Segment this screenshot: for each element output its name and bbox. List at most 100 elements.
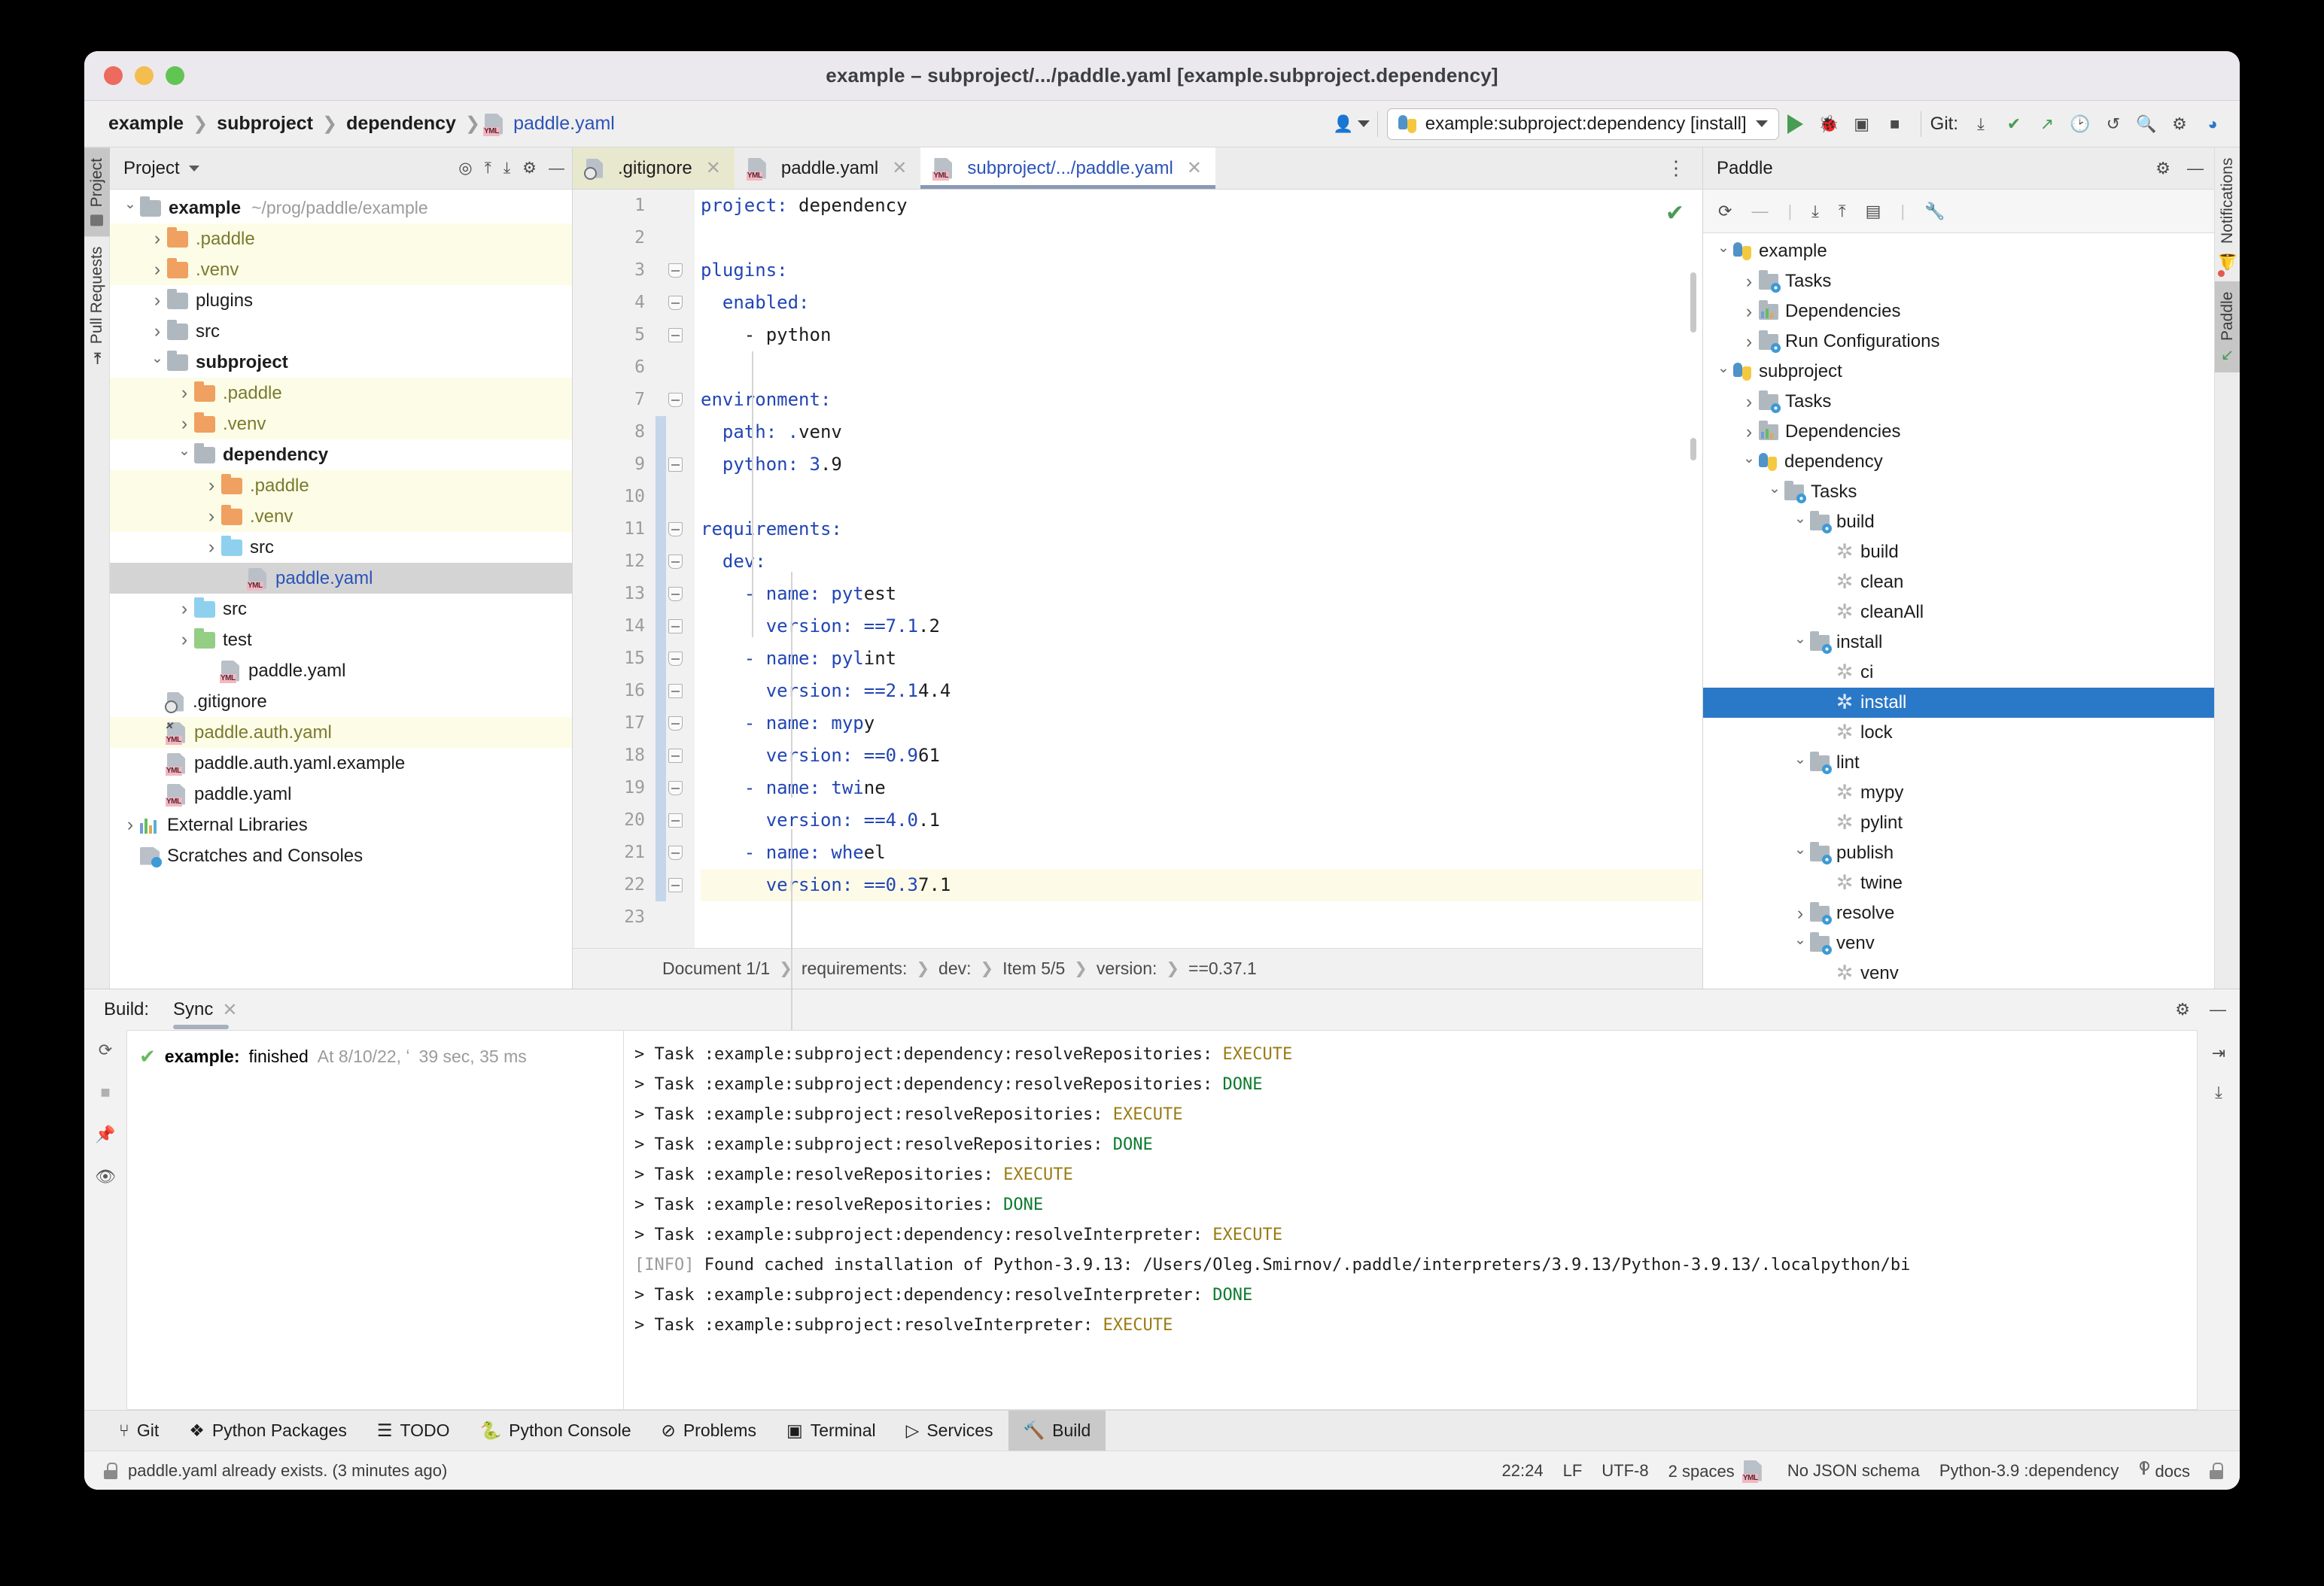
- code-line[interactable]: plugins:: [701, 254, 1702, 287]
- code-line[interactable]: - name: wheel: [701, 837, 1702, 869]
- fold-marker-slot[interactable]: [656, 384, 695, 416]
- chevron-right-icon[interactable]: [202, 506, 221, 527]
- tool-window-button-problems[interactable]: ⊘Problems: [646, 1411, 771, 1451]
- project-tree-row[interactable]: example~/prog/paddle/example: [110, 193, 572, 223]
- bottom-tool-window-bar[interactable]: ⑂Git❖Python Packages☰TODO🐍Python Console…: [84, 1410, 2240, 1451]
- tool-window-button-todo[interactable]: ☰TODO: [362, 1411, 465, 1451]
- project-tree-row[interactable]: paddle.yaml: [110, 655, 572, 686]
- build-tree-row[interactable]: ✔example:finishedAt 8/10/22, ʻ39 sec, 35…: [127, 1041, 623, 1071]
- git-update-project-icon[interactable]: ⤓: [1967, 110, 1995, 138]
- tool-window-button-services[interactable]: ▷Services: [891, 1411, 1008, 1451]
- chevron-down-icon[interactable]: [1739, 454, 1759, 471]
- paddle-tree-row[interactable]: pylint: [1703, 808, 2214, 838]
- chevron-right-icon[interactable]: [120, 814, 140, 836]
- chevron-right-icon[interactable]: [148, 290, 167, 311]
- show-warnings-icon[interactable]: 👁: [95, 1167, 116, 1186]
- run-configuration-selector[interactable]: example:subproject:dependency [install]: [1387, 108, 1779, 140]
- project-tree-row[interactable]: External Libraries: [110, 810, 572, 840]
- fold-collapse-icon[interactable]: [668, 522, 683, 536]
- caret-position[interactable]: 22:24: [1502, 1461, 1544, 1481]
- fold-marker-slot[interactable]: [656, 351, 695, 384]
- breadcrumb-item-file[interactable]: paddle.yaml: [509, 113, 619, 135]
- code-line[interactable]: - name: pytest: [701, 578, 1702, 610]
- fold-end-icon[interactable]: [668, 328, 683, 342]
- json-schema-status[interactable]: No JSON schema: [1787, 1461, 1920, 1481]
- hide-panel-icon[interactable]: —: [2210, 1000, 2226, 1019]
- code-line[interactable]: - python: [701, 319, 1702, 351]
- breadcrumb-item-dependency[interactable]: dependency: [342, 113, 461, 135]
- build-result-tree[interactable]: ✔example:finishedAt 8/10/22, ʻ39 sec, 35…: [126, 1030, 623, 1410]
- chevron-right-icon[interactable]: [202, 536, 221, 558]
- project-tree-row[interactable]: src: [110, 532, 572, 563]
- remove-icon[interactable]: —: [1751, 202, 1768, 221]
- soft-wrap-icon[interactable]: ⇥: [2212, 1044, 2225, 1063]
- editor-tab[interactable]: subproject/.../paddle.yaml✕: [920, 147, 1215, 189]
- code-line[interactable]: project: dependency: [701, 190, 1702, 222]
- chevron-right-icon[interactable]: [148, 259, 167, 281]
- close-icon[interactable]: ✕: [222, 999, 237, 1021]
- sidebar-tab-project[interactable]: Project: [84, 147, 110, 236]
- fold-marker-slot[interactable]: [656, 254, 695, 287]
- project-tree-row[interactable]: paddle.yaml: [110, 779, 572, 810]
- tool-window-button-git[interactable]: ⑂Git: [104, 1411, 174, 1451]
- editor-scrollbar[interactable]: [1690, 272, 1696, 333]
- fold-end-icon[interactable]: [668, 813, 683, 828]
- editor-tab-bar[interactable]: .gitignore✕paddle.yaml✕subproject/.../pa…: [573, 147, 1702, 190]
- tool-window-button-build[interactable]: 🔨Build: [1008, 1411, 1106, 1451]
- project-tree-row[interactable]: .paddle: [110, 378, 572, 409]
- code-line[interactable]: version: ==7.1.2: [701, 610, 1702, 643]
- code-line[interactable]: python: 3.9: [701, 448, 1702, 481]
- close-icon[interactable]: ✕: [1187, 157, 1202, 179]
- project-tree-row[interactable]: .venv: [110, 501, 572, 532]
- line-separator[interactable]: LF: [1563, 1461, 1583, 1481]
- editor-breadcrumb-item[interactable]: Document 1/1: [659, 959, 773, 979]
- chevron-down-icon[interactable]: [175, 446, 194, 463]
- chevron-right-icon[interactable]: [202, 475, 221, 497]
- code-line[interactable]: [701, 351, 1702, 384]
- code-line[interactable]: - name: twine: [701, 772, 1702, 804]
- indent-setting[interactable]: 2 spaces: [1668, 1460, 1768, 1481]
- fold-collapse-icon[interactable]: [668, 781, 683, 795]
- build-tab-sync[interactable]: Sync ✕: [173, 999, 242, 1021]
- run-with-coverage-button[interactable]: ▣: [1848, 110, 1876, 138]
- chevron-down-icon[interactable]: [120, 199, 140, 217]
- expand-all-icon[interactable]: ⤓: [1811, 202, 1819, 221]
- expand-all-icon[interactable]: ⤒: [485, 160, 491, 178]
- chevron-right-icon[interactable]: [175, 413, 194, 435]
- paddle-tree-row[interactable]: build: [1703, 507, 2214, 537]
- sidebar-tab-paddle[interactable]: ↖ Paddle: [2215, 281, 2240, 372]
- breadcrumb-item-example[interactable]: example: [104, 113, 188, 135]
- close-icon[interactable]: ✕: [892, 157, 907, 179]
- paddle-tree-row[interactable]: twine: [1703, 868, 2214, 898]
- fold-end-icon[interactable]: [668, 619, 683, 633]
- project-tree-row[interactable]: ✕paddle.auth.yaml: [110, 717, 572, 748]
- tool-window-button-terminal[interactable]: ▣Terminal: [771, 1411, 891, 1451]
- chevron-down-icon[interactable]: [1714, 363, 1733, 381]
- chevron-down-icon[interactable]: [148, 354, 167, 371]
- code-line[interactable]: enabled:: [701, 287, 1702, 319]
- project-tree-row[interactable]: test: [110, 624, 572, 655]
- chevron-right-icon[interactable]: [1739, 331, 1759, 353]
- chevron-right-icon[interactable]: [1739, 421, 1759, 443]
- project-tree-row[interactable]: .paddle: [110, 223, 572, 254]
- ide-assistant-icon[interactable]: ◕: [2198, 110, 2227, 138]
- chevron-down-icon[interactable]: [1714, 243, 1733, 260]
- chevron-down-icon[interactable]: [1790, 845, 1810, 862]
- code-line[interactable]: path: .venv: [701, 416, 1702, 448]
- chevron-down-icon[interactable]: [1765, 484, 1784, 501]
- readonly-lock-icon[interactable]: [2210, 1463, 2223, 1479]
- fold-marker-slot[interactable]: [656, 222, 695, 254]
- fold-collapse-icon[interactable]: [668, 652, 683, 666]
- code-line[interactable]: dev:: [701, 545, 1702, 578]
- project-tree-row[interactable]: .venv: [110, 409, 572, 439]
- git-branch-status[interactable]: docs: [2138, 1460, 2190, 1481]
- code-line[interactable]: - name: pylint: [701, 643, 1702, 675]
- paddle-tree-row[interactable]: venv: [1703, 959, 2214, 989]
- code-line[interactable]: version: ==0.961: [701, 740, 1702, 772]
- project-tree-row[interactable]: .paddle: [110, 470, 572, 501]
- run-button[interactable]: [1781, 110, 1810, 138]
- rerun-icon[interactable]: ⟳: [99, 1041, 112, 1060]
- editor-tab[interactable]: paddle.yaml✕: [735, 147, 921, 189]
- git-push-icon[interactable]: ↗: [2033, 110, 2061, 138]
- select-opened-file-icon[interactable]: ◎: [458, 159, 472, 178]
